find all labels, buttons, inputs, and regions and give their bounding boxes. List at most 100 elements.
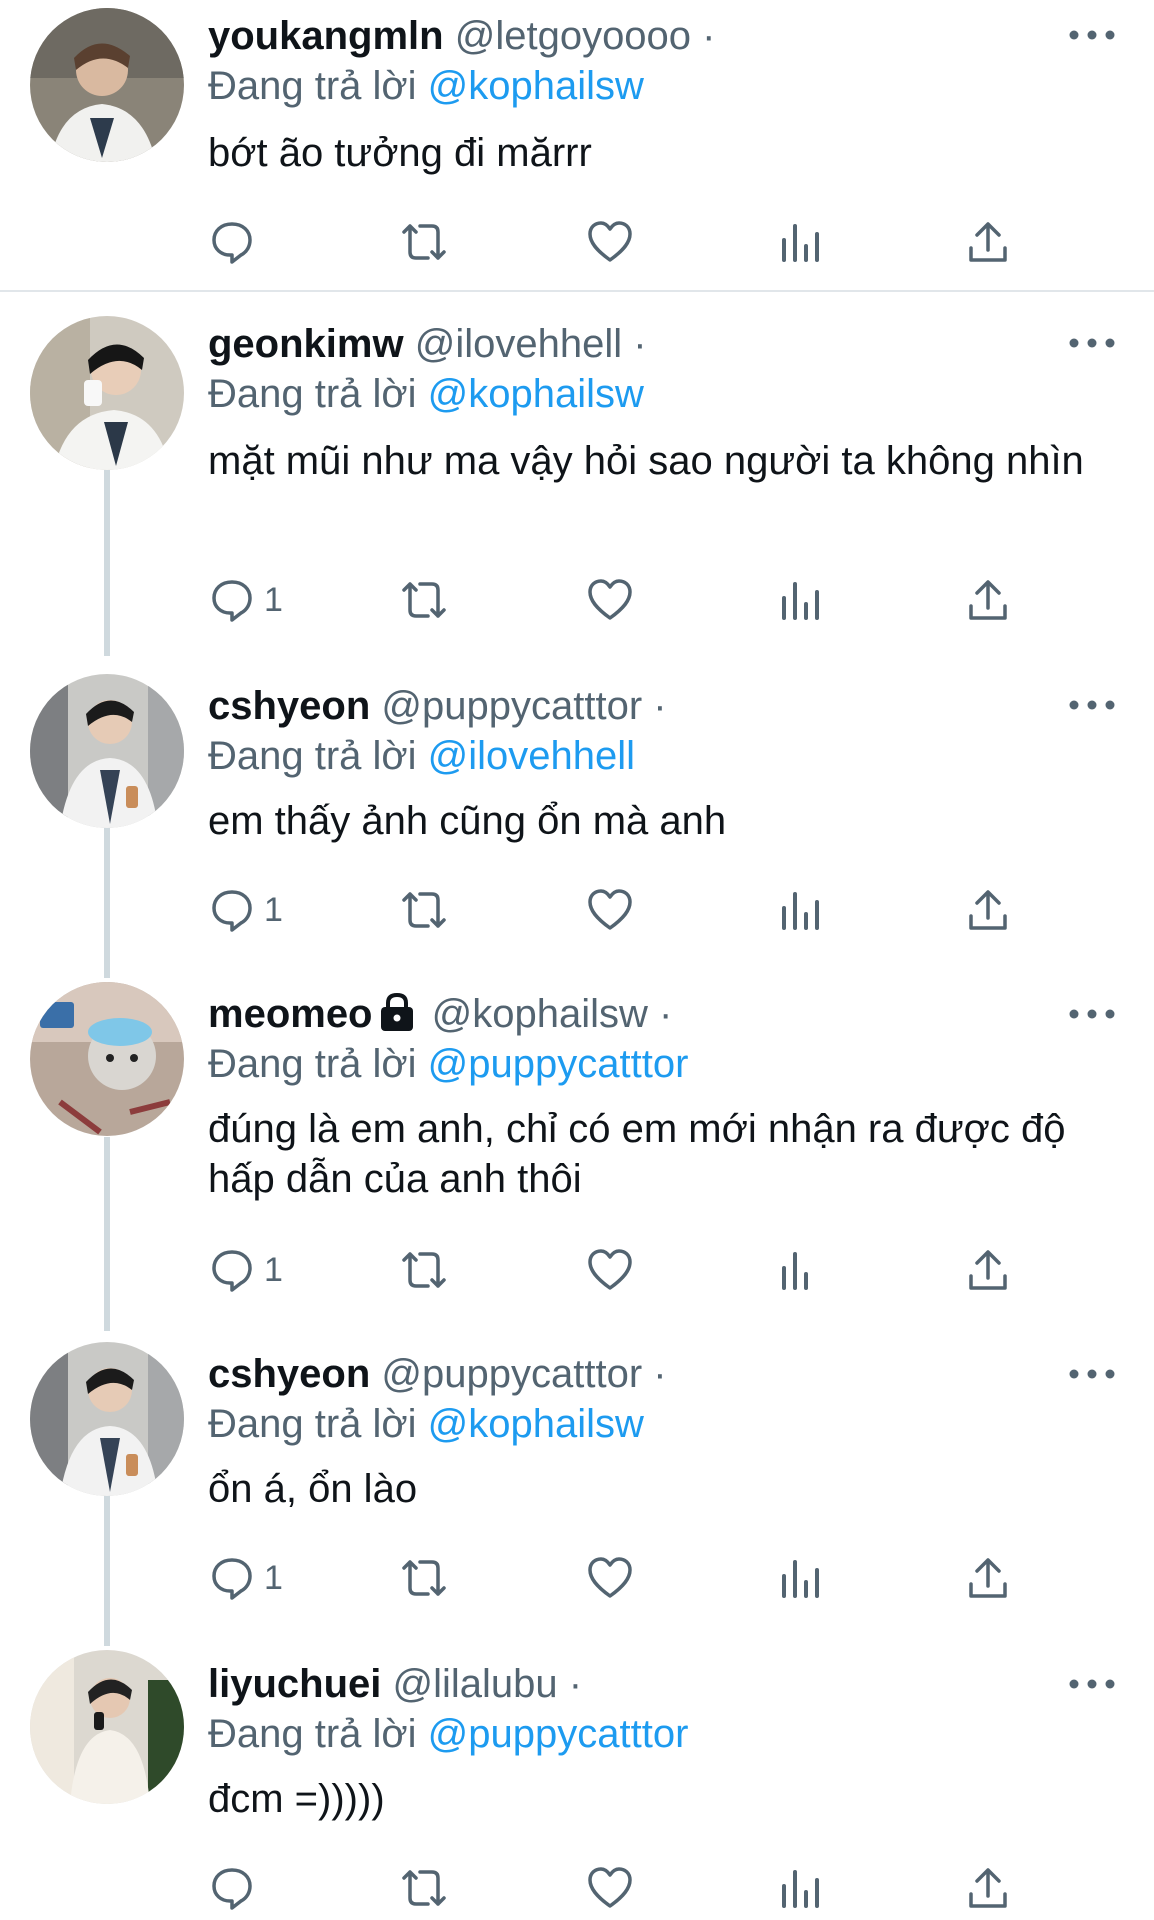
- mention-link[interactable]: @puppycatttor: [428, 1712, 689, 1756]
- display-name[interactable]: liyuchuei: [208, 1662, 381, 1706]
- replying-to-label: Đang trả lời: [208, 1712, 417, 1756]
- avatar[interactable]: [30, 674, 184, 828]
- mention-link[interactable]: @kophailsw: [428, 1402, 644, 1446]
- avatar[interactable]: [30, 1650, 184, 1804]
- reply-count: 1: [264, 581, 283, 619]
- tweet-actions: 1: [0, 570, 1154, 630]
- tweet-text: đúng là em anh, chỉ có em mới nhận ra đư…: [208, 1107, 1066, 1201]
- reply-icon: [212, 222, 252, 264]
- tweet[interactable]: geonkimw @ilovehhell · Đang trả lời @kop…: [0, 300, 1154, 650]
- views-icon: [782, 1870, 819, 1908]
- more-icon[interactable]: [1066, 695, 1118, 715]
- mention-link[interactable]: @kophailsw: [428, 64, 644, 108]
- retweet-button[interactable]: [396, 1240, 452, 1300]
- replying-to: Đang trả lời @kophailsw: [208, 1400, 644, 1448]
- replying-to-label: Đang trả lời: [208, 1402, 417, 1446]
- share-icon: [969, 1250, 1007, 1290]
- like-button[interactable]: [586, 1240, 634, 1300]
- share-button[interactable]: [964, 880, 1012, 940]
- retweet-icon: [402, 1252, 446, 1288]
- retweet-button[interactable]: [396, 1858, 452, 1918]
- reply-button[interactable]: 1: [208, 880, 283, 940]
- user-handle[interactable]: @ilovehhell: [415, 322, 622, 366]
- separator-dot: ·: [653, 1352, 667, 1396]
- mention-link[interactable]: @ilovehhell: [428, 734, 635, 778]
- retweet-icon: [402, 1870, 446, 1906]
- display-name[interactable]: cshyeon: [208, 684, 370, 728]
- views-button[interactable]: [778, 1548, 822, 1608]
- retweet-button[interactable]: [396, 212, 452, 272]
- tweet[interactable]: youkangmln @letgoyoooo · Đang trả lời @k…: [0, 0, 1154, 290]
- replying-to-label: Đang trả lời: [208, 372, 417, 416]
- tweet-text: bớt ão tưởng đi mărrr: [208, 131, 592, 175]
- tweet-actions: 1: [0, 1240, 1154, 1300]
- display-name[interactable]: geonkimw: [208, 322, 404, 366]
- like-icon: [588, 579, 632, 620]
- mention-link[interactable]: @puppycatttor: [428, 1042, 689, 1086]
- share-icon: [969, 222, 1007, 262]
- share-button[interactable]: [964, 1240, 1012, 1300]
- separator-dot: ·: [659, 992, 673, 1036]
- reply-button[interactable]: 1: [208, 570, 283, 630]
- reply-button[interactable]: 1: [208, 1548, 283, 1608]
- user-handle[interactable]: @puppycatttor: [381, 1352, 642, 1396]
- views-icon: [782, 892, 819, 930]
- like-button[interactable]: [586, 1858, 634, 1918]
- avatar[interactable]: [30, 982, 184, 1136]
- like-button[interactable]: [586, 880, 634, 940]
- more-icon[interactable]: [1066, 1674, 1118, 1694]
- retweet-button[interactable]: [396, 880, 452, 940]
- views-button[interactable]: [778, 1240, 822, 1300]
- display-name[interactable]: cshyeon: [208, 1352, 370, 1396]
- user-handle[interactable]: @lilalubu: [393, 1662, 558, 1706]
- like-button[interactable]: [586, 212, 634, 272]
- like-button[interactable]: [586, 1548, 634, 1608]
- more-icon[interactable]: [1066, 1364, 1118, 1384]
- reply-icon: [212, 1868, 252, 1910]
- tweet[interactable]: meomeo @kophailsw · Đang trả lời @puppyc…: [0, 970, 1154, 1330]
- more-icon[interactable]: [1066, 25, 1118, 45]
- display-name[interactable]: meomeo: [208, 992, 373, 1036]
- avatar[interactable]: [30, 316, 184, 470]
- tweet[interactable]: liyuchuei @lilalubu · Đang trả lời @pupp…: [0, 1640, 1154, 1920]
- views-button[interactable]: [778, 880, 822, 940]
- share-button[interactable]: [964, 212, 1012, 272]
- tweet-actions: 1: [0, 1548, 1154, 1608]
- replying-to: Đang trả lời @kophailsw: [208, 62, 644, 110]
- avatar[interactable]: [30, 8, 184, 162]
- share-button[interactable]: [964, 1858, 1012, 1918]
- share-button[interactable]: [964, 1548, 1012, 1608]
- retweet-button[interactable]: [396, 1548, 452, 1608]
- reply-icon: [212, 1558, 252, 1600]
- share-icon: [969, 890, 1007, 930]
- separator-dot: ·: [653, 684, 667, 728]
- avatar[interactable]: [30, 1342, 184, 1496]
- like-button[interactable]: [586, 570, 634, 630]
- divider: [0, 290, 1154, 292]
- reply-button[interactable]: [208, 1858, 264, 1918]
- tweet[interactable]: cshyeon @puppycatttor · Đang trả lời @il…: [0, 660, 1154, 970]
- user-handle[interactable]: @puppycatttor: [381, 684, 642, 728]
- separator-dot: ·: [568, 1662, 583, 1706]
- views-button[interactable]: [778, 1858, 822, 1918]
- tweet-text: ổn á, ổn lào: [208, 1467, 418, 1511]
- share-button[interactable]: [964, 570, 1012, 630]
- retweet-button[interactable]: [396, 570, 452, 630]
- views-button[interactable]: [778, 212, 822, 272]
- display-name[interactable]: youkangmln: [208, 14, 444, 58]
- more-icon[interactable]: [1066, 333, 1118, 353]
- replying-to: Đang trả lời @puppycatttor: [208, 1710, 688, 1758]
- views-icon: [782, 224, 819, 262]
- views-button[interactable]: [778, 570, 822, 630]
- user-handle[interactable]: @kophailsw: [432, 992, 648, 1036]
- mention-link[interactable]: @kophailsw: [428, 372, 644, 416]
- tweet-text: em thấy ảnh cũng ổn mà anh: [208, 799, 727, 843]
- reply-button[interactable]: [208, 212, 264, 272]
- reply-button[interactable]: 1: [208, 1240, 283, 1300]
- more-icon[interactable]: [1066, 1004, 1118, 1024]
- tweet[interactable]: cshyeon @puppycatttor · Đang trả lời @ko…: [0, 1330, 1154, 1640]
- user-handle[interactable]: @letgoyoooo: [455, 14, 691, 58]
- reply-icon: [212, 890, 252, 932]
- tweet-actions: [0, 212, 1154, 272]
- replying-to: Đang trả lời @kophailsw: [208, 370, 644, 418]
